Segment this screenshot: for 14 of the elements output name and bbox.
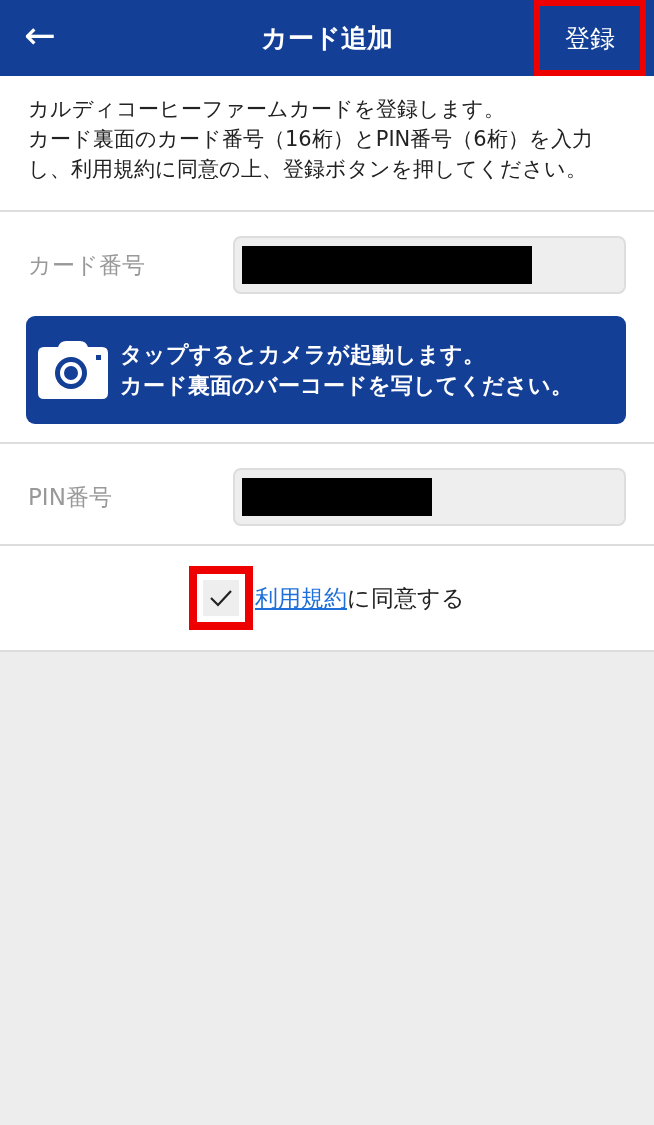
field-label: PIN番号 — [27, 482, 113, 512]
input-field[interactable] — [233, 468, 626, 526]
input-field[interactable] — [233, 236, 626, 294]
agree-label: に同意する — [347, 583, 465, 613]
instructions-text: カード裏面のカード番号（16桁）とPIN番号（6桁）を入力し、利用規約に同意の上、登録ボタンを押してください。 — [28, 126, 594, 183]
back-button[interactable]: ← — [0, 16, 120, 60]
field-label: カード番号 — [27, 250, 146, 280]
instructions-text: カルディコーヒーファームカードを登録します。 — [28, 96, 506, 123]
screen-title: カード追加 — [260, 21, 394, 55]
agree-checkbox[interactable] — [203, 580, 239, 616]
camera-button[interactable]: タップするとカメラが起動します。 カード裏面のバーコードを写してください。 — [26, 316, 626, 424]
check-icon — [208, 588, 234, 608]
terms-link[interactable]: 利用規約 — [255, 582, 347, 614]
camera-icon — [38, 341, 108, 399]
